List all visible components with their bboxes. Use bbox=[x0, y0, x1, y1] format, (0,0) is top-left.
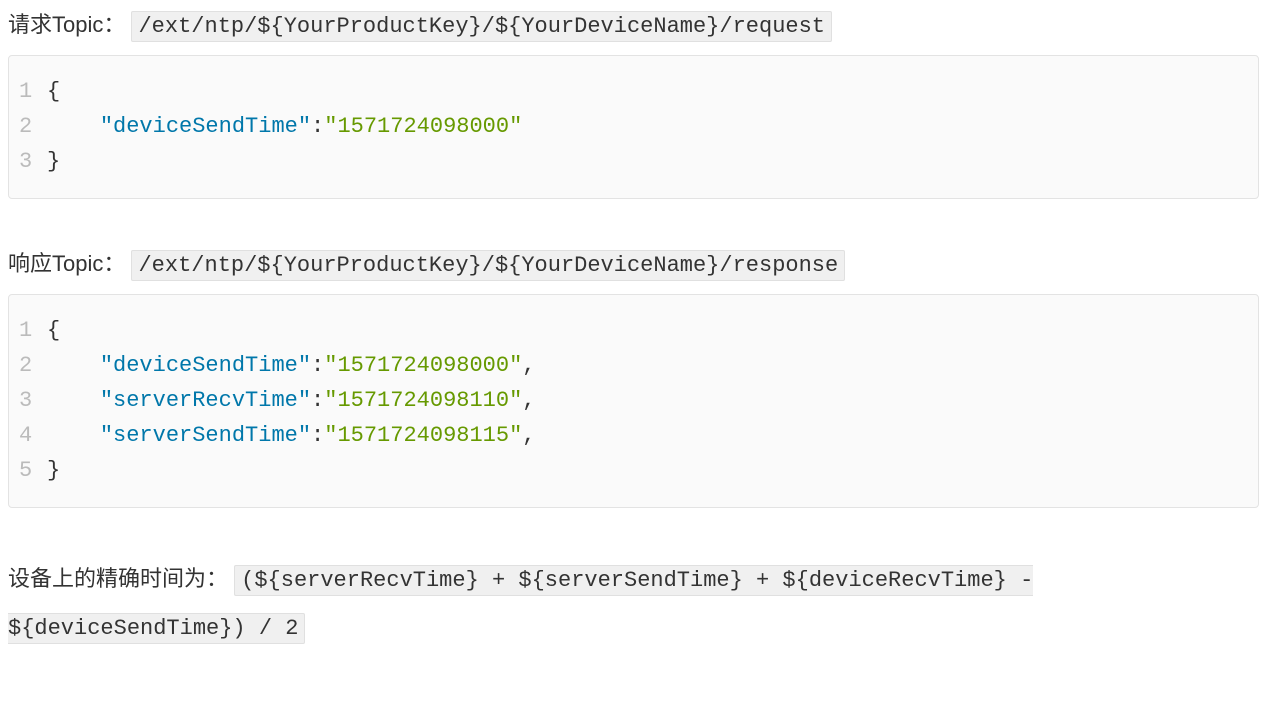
code-content: "deviceSendTime":"1571724098000", bbox=[47, 348, 536, 383]
code-line: 2 "deviceSendTime":"1571724098000" bbox=[19, 109, 1248, 144]
code-line: 5} bbox=[19, 453, 1248, 488]
code-line: 1{ bbox=[19, 74, 1248, 109]
code-content: "deviceSendTime":"1571724098000" bbox=[47, 109, 522, 144]
response-topic-label: 响应Topic： bbox=[8, 251, 125, 276]
request-topic-label: 请求Topic： bbox=[8, 12, 125, 37]
code-content: { bbox=[47, 313, 60, 348]
code-content: "serverRecvTime":"1571724098110", bbox=[47, 383, 536, 418]
line-number: 3 bbox=[19, 144, 47, 179]
line-number: 1 bbox=[19, 74, 47, 109]
line-number: 2 bbox=[19, 348, 47, 383]
code-content: "serverSendTime":"1571724098115", bbox=[47, 418, 536, 453]
code-content: { bbox=[47, 74, 60, 109]
code-line: 3} bbox=[19, 144, 1248, 179]
line-number: 1 bbox=[19, 313, 47, 348]
code-line: 1{ bbox=[19, 313, 1248, 348]
line-number: 4 bbox=[19, 418, 47, 453]
response-topic-value: /ext/ntp/${YourProductKey}/${YourDeviceN… bbox=[131, 250, 845, 281]
line-number: 2 bbox=[19, 109, 47, 144]
response-topic-line: 响应Topic： /ext/ntp/${YourProductKey}/${Yo… bbox=[8, 247, 1259, 282]
line-number: 5 bbox=[19, 453, 47, 488]
code-content: } bbox=[47, 144, 60, 179]
code-content: } bbox=[47, 453, 60, 488]
response-code-block: 1{2 "deviceSendTime":"1571724098000",3 "… bbox=[8, 294, 1259, 508]
formula-label: 设备上的精确时间为： bbox=[8, 566, 228, 591]
request-topic-value: /ext/ntp/${YourProductKey}/${YourDeviceN… bbox=[131, 11, 832, 42]
line-number: 3 bbox=[19, 383, 47, 418]
code-line: 3 "serverRecvTime":"1571724098110", bbox=[19, 383, 1248, 418]
code-line: 2 "deviceSendTime":"1571724098000", bbox=[19, 348, 1248, 383]
request-topic-line: 请求Topic： /ext/ntp/${YourProductKey}/${Yo… bbox=[8, 8, 1259, 43]
request-code-block: 1{2 "deviceSendTime":"1571724098000"3} bbox=[8, 55, 1259, 199]
code-line: 4 "serverSendTime":"1571724098115", bbox=[19, 418, 1248, 453]
formula-line: 设备上的精确时间为： (${serverRecvTime} + ${server… bbox=[8, 556, 1259, 652]
